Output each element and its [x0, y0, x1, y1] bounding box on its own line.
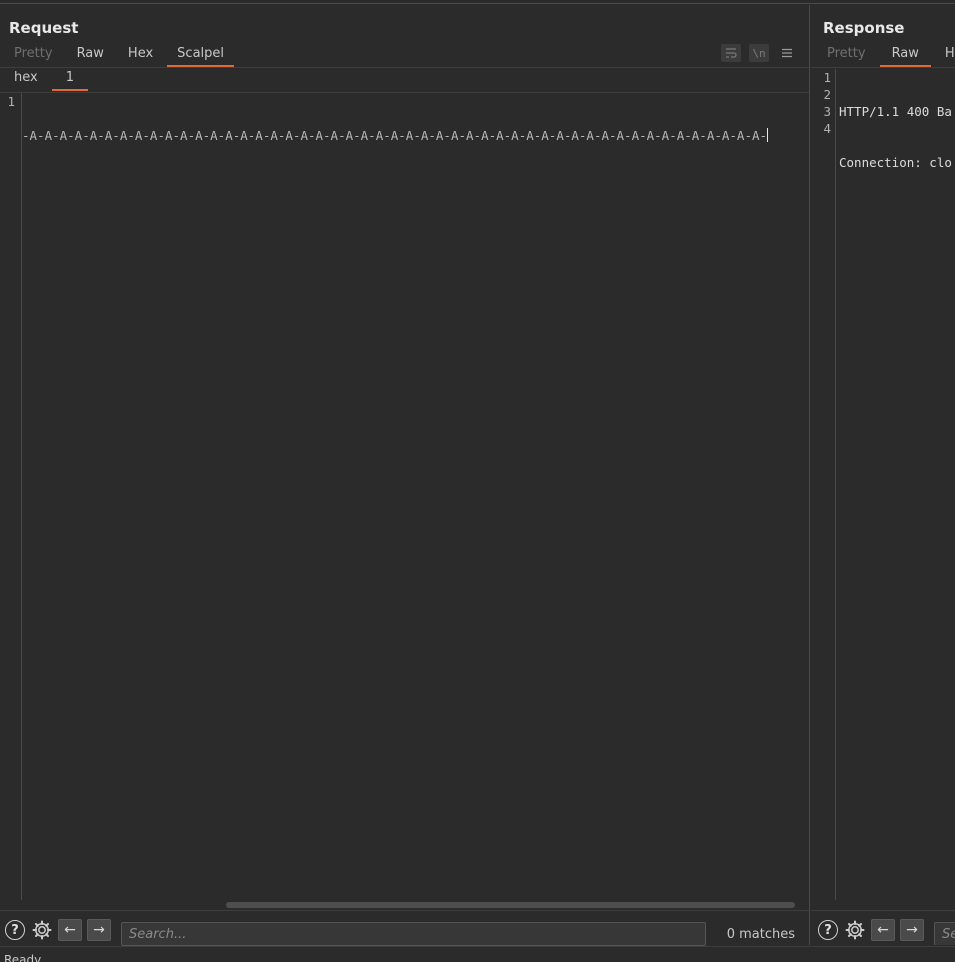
response-code[interactable]: HTTP/1.1 400 Ba Connection: clo	[839, 69, 955, 307]
arrow-left-icon: ←	[58, 919, 82, 941]
app-window: Request Pretty Raw Hex Scalpel \n hex 1 …	[0, 0, 955, 962]
help-button[interactable]: ?	[4, 919, 26, 941]
tab-hex[interactable]: H	[933, 45, 955, 69]
tabs-divider	[811, 67, 955, 68]
line-number-gutter: 1 2 3 4	[811, 69, 836, 900]
search-input[interactable]	[121, 922, 706, 946]
match-count: 0 matches	[726, 927, 795, 942]
tab-raw[interactable]: Raw	[65, 45, 116, 69]
tab-pretty[interactable]: Pretty	[2, 45, 65, 69]
arrow-right-icon: →	[87, 919, 111, 941]
request-toolbar: \n	[721, 44, 797, 62]
request-editor[interactable]: 1 -A-A-A-A-A-A-A-A-A-A-A-A-A-A-A-A-A-A-A…	[0, 93, 809, 900]
show-newlines-button[interactable]: \n	[749, 44, 769, 62]
subtab-1[interactable]: 1	[50, 68, 90, 93]
top-border	[0, 0, 955, 4]
text-caret	[767, 128, 769, 142]
response-search-bar: ? ← →	[811, 910, 955, 945]
response-pane: Response Pretty Raw H 1 2 3 4 HTTP/1.1 4…	[811, 5, 955, 945]
tab-hex[interactable]: Hex	[116, 45, 165, 69]
tab-raw[interactable]: Raw	[878, 45, 933, 69]
line-number: 3	[823, 104, 831, 119]
previous-match-button[interactable]: ←	[58, 919, 82, 941]
tab-scalpel[interactable]: Scalpel	[165, 45, 236, 69]
next-match-button[interactable]: →	[87, 919, 111, 941]
help-icon: ?	[818, 920, 838, 940]
horizontal-scrollbar[interactable]	[226, 902, 795, 908]
word-wrap-icon[interactable]	[721, 44, 741, 62]
status-text: Ready	[4, 953, 42, 962]
scalpel-subtabs: hex 1	[2, 68, 90, 93]
arrow-right-icon: →	[900, 919, 924, 941]
request-pane: Request Pretty Raw Hex Scalpel \n hex 1 …	[0, 5, 810, 946]
request-title: Request	[9, 19, 79, 37]
gear-icon	[32, 920, 52, 940]
request-tabs: Pretty Raw Hex Scalpel	[2, 45, 236, 69]
help-button[interactable]: ?	[817, 919, 839, 941]
line-number: 2	[823, 87, 831, 102]
next-match-button[interactable]: →	[900, 919, 924, 941]
hamburger-menu-icon[interactable]	[777, 44, 797, 62]
response-title: Response	[823, 19, 905, 37]
line-number-gutter: 1	[0, 93, 22, 900]
request-search-bar: ? ← → 0 matches	[0, 910, 809, 946]
gear-icon	[845, 920, 865, 940]
status-bar: Ready	[0, 946, 955, 962]
settings-button[interactable]	[31, 919, 53, 941]
tabs-divider	[0, 67, 809, 68]
search-input[interactable]	[934, 922, 955, 945]
arrow-left-icon: ←	[871, 919, 895, 941]
code-line: Connection: clo	[839, 155, 952, 170]
line-number: 1	[823, 70, 831, 85]
previous-match-button[interactable]: ←	[871, 919, 895, 941]
response-editor[interactable]: 1 2 3 4 HTTP/1.1 400 Ba Connection: clo	[811, 69, 955, 900]
code-line: HTTP/1.1 400 Ba	[839, 104, 952, 119]
code-line: -A-A-A-A-A-A-A-A-A-A-A-A-A-A-A-A-A-A-A-A…	[22, 127, 809, 144]
tab-pretty[interactable]: Pretty	[815, 45, 878, 69]
line-number: 4	[823, 121, 831, 136]
request-code[interactable]: -A-A-A-A-A-A-A-A-A-A-A-A-A-A-A-A-A-A-A-A…	[22, 93, 809, 178]
settings-button[interactable]	[844, 919, 866, 941]
response-tabs: Pretty Raw H	[815, 45, 955, 69]
subtab-hex[interactable]: hex	[2, 68, 50, 93]
help-icon: ?	[5, 920, 25, 940]
line-number: 1	[7, 94, 15, 109]
code-line-text: -A-A-A-A-A-A-A-A-A-A-A-A-A-A-A-A-A-A-A-A…	[22, 128, 768, 143]
